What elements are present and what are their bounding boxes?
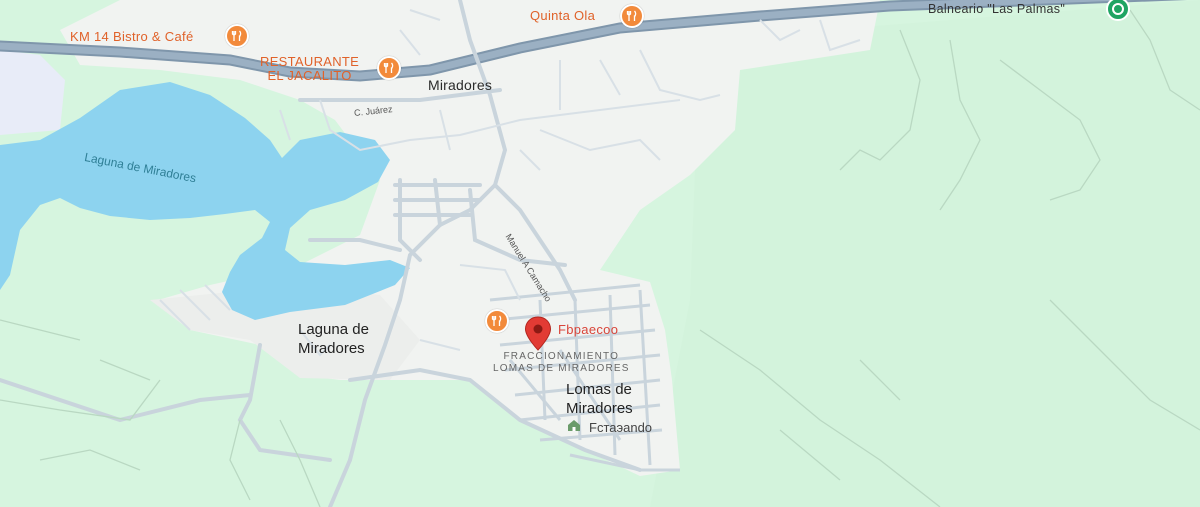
place-label-lomas: Lomas de Miradores [566,381,633,417]
map-pin-icon[interactable] [524,316,552,352]
restaurant-icon[interactable] [225,24,249,48]
restaurant-icon[interactable] [485,309,509,333]
poi-label-balneario[interactable]: Balneario "Las Palmas" [928,2,1065,16]
restaurant-icon[interactable] [620,4,644,28]
fork-knife-icon [491,315,502,326]
home-icon[interactable] [566,418,582,435]
fork-knife-icon [626,10,637,21]
lodging-label[interactable]: Fстаэando [589,420,652,435]
place-label-miradores: Miradores [428,77,493,93]
place-label-laguna-town: Laguna de Miradores [298,321,369,357]
selected-marker-label[interactable]: Fbpaecoo [558,322,618,337]
poi-label-jacalito[interactable]: RESTAURANTE EL JACALITO [260,55,359,83]
restaurant-icon[interactable] [377,56,401,80]
poi-label-quinta-ola[interactable]: Quinta Ola [530,8,595,23]
map-canvas[interactable]: Miradores Laguna de Miradores Lomas de M… [0,0,1200,507]
fork-knife-icon [231,30,242,41]
fork-knife-icon [383,62,394,73]
subdivision-label: FRACCIONAMIENTO LOMAS DE MIRADORES [493,351,630,374]
poi-label-km14[interactable]: KM 14 Bistro & Café [70,29,193,44]
